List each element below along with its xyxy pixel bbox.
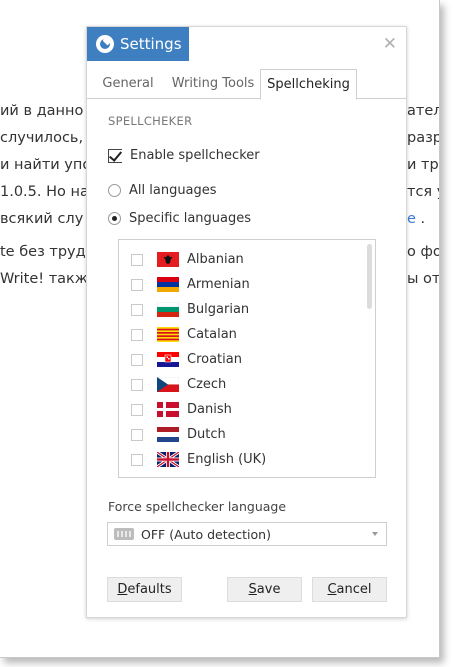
tab-writing-tools[interactable]: Writing Tools (167, 69, 259, 99)
article-line: 1.0.5. Но на (0, 184, 89, 200)
language-name: Armenian (187, 277, 250, 292)
language-checkbox[interactable] (131, 353, 143, 366)
list-item[interactable]: Czech (119, 372, 359, 397)
all-languages-label: All languages (129, 183, 217, 198)
language-name: Croatian (187, 352, 242, 367)
tab-general[interactable]: General (97, 69, 159, 99)
article-line: случилось, и (0, 130, 98, 146)
article-line-right: разр (407, 130, 440, 146)
chevron-down-icon (372, 532, 378, 536)
armenia-flag-icon (157, 277, 179, 292)
list-item[interactable]: English (UK) (119, 447, 359, 472)
list-item[interactable]: Bulgarian (119, 297, 359, 322)
list-item[interactable]: Croatian (119, 347, 359, 372)
specific-languages-label: Specific languages (129, 211, 252, 226)
article-line: te без труда (0, 244, 95, 260)
tab-spellcheking[interactable]: Spellcheking (260, 69, 357, 100)
force-language-value: OFF (Auto detection) (141, 526, 271, 542)
language-name: Bulgarian (187, 302, 250, 317)
article-line-right: тся у (407, 184, 439, 200)
article-line: и найти упо (0, 157, 92, 173)
dialog-title: Settings (120, 35, 182, 53)
list-scrollbar[interactable] (367, 244, 372, 309)
specific-languages-radio[interactable]: Specific languages (108, 211, 251, 226)
article-line-right: ы от (407, 271, 440, 287)
article-line: всякий слу (0, 211, 84, 227)
language-checkbox[interactable] (131, 453, 143, 466)
article-line-right: ател (407, 103, 440, 119)
dialog-titlebar: Settings (87, 27, 189, 61)
list-item[interactable]: Armenian (119, 272, 359, 297)
close-icon[interactable]: ✕ (383, 34, 397, 54)
language-checkbox[interactable] (131, 378, 143, 391)
tab-bar: General Writing Tools Spellcheking (87, 69, 406, 100)
app-logo-icon (96, 35, 114, 53)
catalonia-flag-icon (157, 327, 179, 342)
albania-flag-icon (157, 252, 179, 267)
list-item[interactable]: Danish (119, 397, 359, 422)
list-item[interactable]: Dutch (119, 422, 359, 447)
list-item[interactable]: Albanian (119, 247, 359, 272)
language-name: Danish (187, 402, 232, 417)
article-link[interactable]: e . (407, 211, 425, 227)
language-name: Czech (187, 377, 227, 392)
enable-spellchecker-checkbox[interactable]: Enable spellchecker (108, 148, 260, 163)
section-title: SPELLCHEKER (108, 114, 193, 128)
language-checkbox[interactable] (131, 253, 143, 266)
radio-icon (108, 184, 121, 197)
uk-flag-icon (157, 452, 179, 467)
language-checkbox[interactable] (131, 428, 143, 441)
language-name: Catalan (187, 327, 237, 342)
language-checkbox[interactable] (131, 403, 143, 416)
article-line-right: и тру (407, 157, 439, 173)
netherlands-flag-icon (157, 427, 179, 442)
save-button[interactable]: Save (227, 577, 302, 602)
article-line: ий в данно (0, 103, 84, 119)
denmark-flag-icon (157, 402, 179, 417)
language-name: English (UK) (187, 452, 267, 467)
keyboard-icon (114, 528, 134, 540)
checkmark-icon (108, 148, 122, 163)
article-line: Write! такж (0, 271, 88, 287)
language-name: Dutch (187, 427, 226, 442)
croatia-flag-icon (157, 352, 179, 367)
list-item[interactable]: Catalan (119, 322, 359, 347)
cancel-button[interactable]: Cancel (312, 577, 387, 602)
bulgaria-flag-icon (157, 302, 179, 317)
all-languages-radio[interactable]: All languages (108, 183, 217, 198)
language-checkbox[interactable] (131, 303, 143, 316)
force-language-select[interactable]: OFF (Auto detection) (107, 522, 387, 546)
language-checkbox[interactable] (131, 278, 143, 291)
czech-flag-icon (157, 377, 179, 392)
defaults-button[interactable]: Defaults (107, 577, 182, 602)
language-list[interactable]: Albanian Armenian Bulgarian Catalan Croa… (118, 239, 376, 478)
language-name: Albanian (187, 252, 244, 267)
settings-dialog: Settings ✕ General Writing Tools Spellch… (86, 26, 407, 618)
force-language-label: Force spellchecker language (108, 499, 287, 514)
article-line-right: о фо (407, 244, 440, 260)
language-checkbox[interactable] (131, 328, 143, 341)
enable-spellchecker-label: Enable spellchecker (130, 148, 260, 163)
radio-selected-icon (108, 212, 121, 225)
